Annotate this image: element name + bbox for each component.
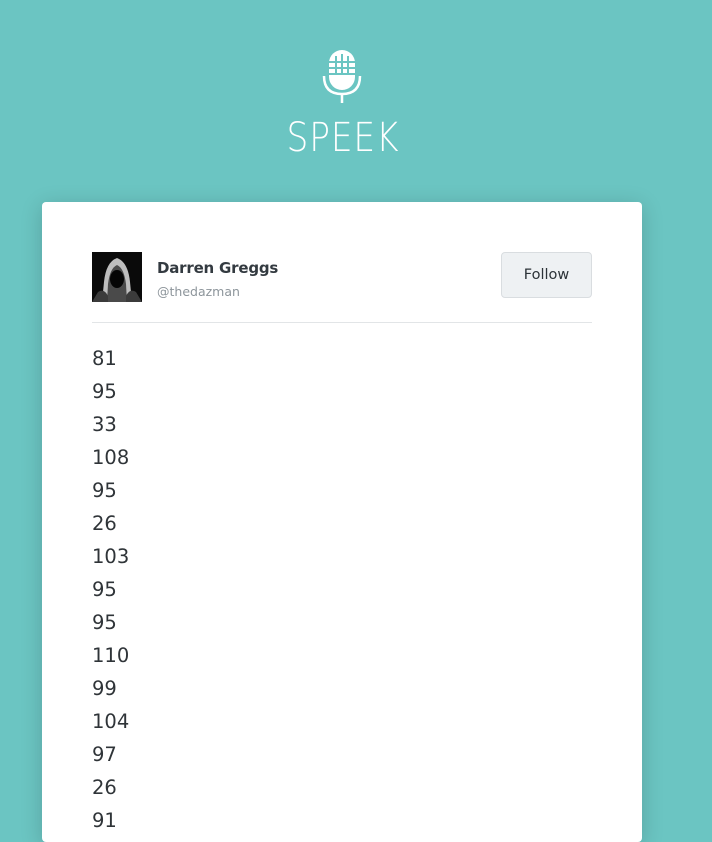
post-line: 33 [92,413,117,436]
post-line: 81 [92,347,117,370]
divider [92,322,592,323]
post-line: 99 [92,677,117,700]
post-card: Darren Greggs @thedazman Follow 81 95 33… [42,202,642,842]
post-author: Darren Greggs @thedazman Follow [92,252,592,322]
post-line: 26 [92,512,117,535]
app-header: SPEEK [0,0,686,200]
post-line: 97 [92,743,117,766]
post-line: 104 [92,710,130,733]
follow-button[interactable]: Follow [501,252,592,298]
hooded-figure-avatar-icon [92,252,142,302]
post-line: 103 [92,545,130,568]
post-body: 81 95 33 108 95 26 103 95 95 110 99 104 … [92,342,592,837]
post-line: 95 [92,611,117,634]
post-line: 95 [92,479,117,502]
avatar[interactable] [92,252,142,302]
post-line: 95 [92,578,117,601]
post-line: 26 [92,776,117,799]
post-line: 91 [92,809,117,832]
author-name[interactable]: Darren Greggs [157,259,278,277]
post-line: 95 [92,380,117,403]
post-line: 108 [92,446,130,469]
app-brand-name: SPEEK [286,115,400,161]
post-line: 110 [92,644,130,667]
microphone-icon [322,50,362,103]
author-handle[interactable]: @thedazman [157,284,240,299]
